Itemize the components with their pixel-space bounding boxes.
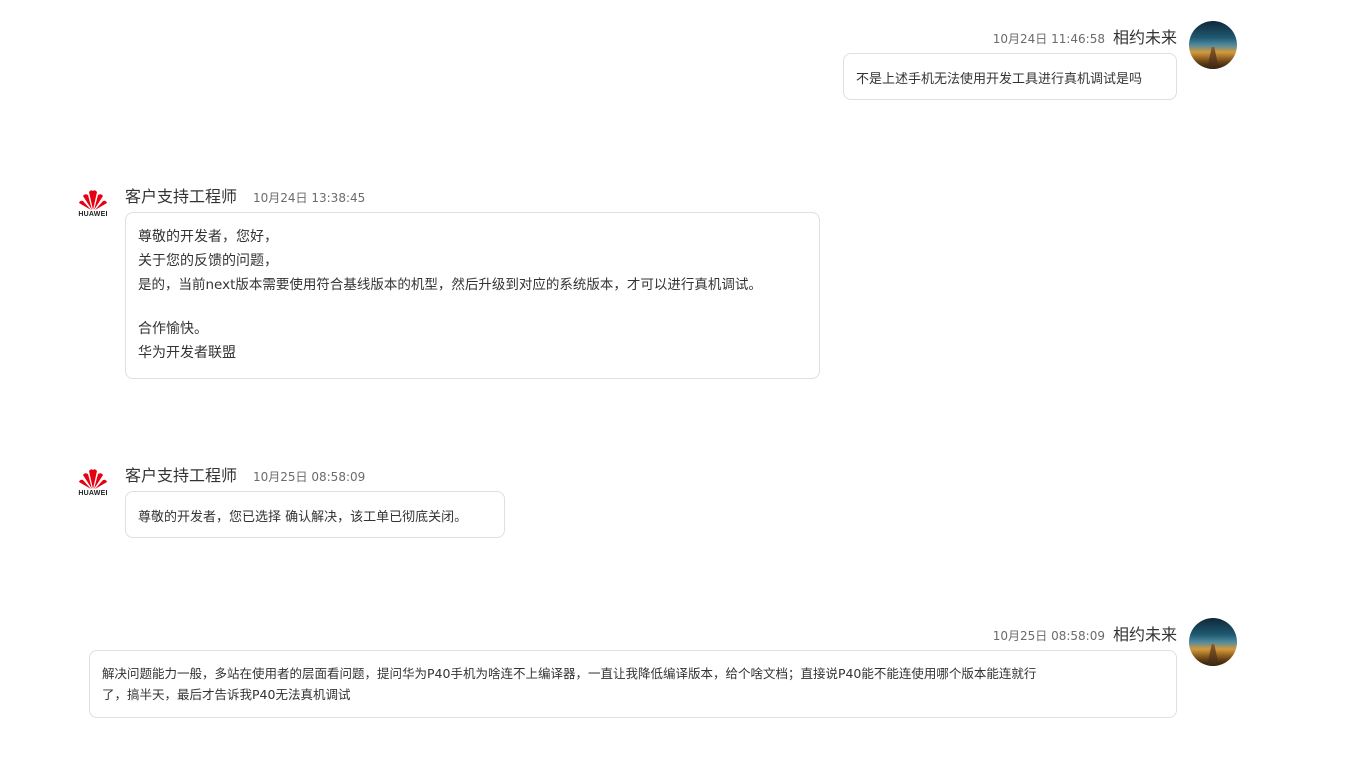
message-line: 合作愉快。 xyxy=(138,321,208,337)
huawei-logo-icon: HUAWEI xyxy=(77,467,109,501)
sender-name: 客户支持工程师 xyxy=(125,187,238,206)
sender-name: 相约未来 xyxy=(1112,625,1177,644)
message-bubble: 尊敬的开发者，您已选择 确认解决，该工单已彻底关闭。 xyxy=(125,491,505,538)
message-meta: 客户支持工程师 10月25日 08:58:09 xyxy=(125,462,365,486)
message-meta: 10月24日 11:46:58 相约未来 xyxy=(993,24,1177,48)
message-line xyxy=(138,297,807,317)
message-text: 尊敬的开发者，您已选择 确认解决，该工单已彻底关闭。 xyxy=(138,510,468,525)
message-line: 解决问题能力一般，多站在使用者的层面看问题，提问华为P40手机为啥连不上编译器，… xyxy=(102,666,1037,681)
message-time: 10月25日 08:58:09 xyxy=(992,629,1105,643)
message-meta: 10月25日 08:58:09 相约未来 xyxy=(993,621,1177,645)
sender-name: 客户支持工程师 xyxy=(125,466,238,485)
user-avatar[interactable] xyxy=(1189,618,1237,666)
message-time: 10月25日 08:58:09 xyxy=(253,470,366,484)
logo-wordmark: HUAWEI xyxy=(78,211,108,218)
message-meta: 客户支持工程师 10月24日 13:38:45 xyxy=(125,183,365,207)
logo-wordmark: HUAWEI xyxy=(78,490,108,497)
message-bubble: 不是上述手机无法使用开发工具进行真机调试是吗 xyxy=(843,53,1177,100)
huawei-logo-icon: HUAWEI xyxy=(77,188,109,222)
message-time: 10月24日 11:46:58 xyxy=(992,32,1105,46)
sender-name: 相约未来 xyxy=(1112,28,1177,47)
message-line: 是的，当前next版本需要使用符合基线版本的机型，然后升级到对应的系统版本，才可… xyxy=(138,277,762,293)
message-line: 了，搞半天，最后才告诉我P40无法真机调试 xyxy=(102,687,351,702)
message-bubble: 解决问题能力一般，多站在使用者的层面看问题，提问华为P40手机为啥连不上编译器，… xyxy=(89,650,1177,718)
message-line: 尊敬的开发者，您好， xyxy=(138,229,278,245)
message-time: 10月24日 13:38:45 xyxy=(253,191,366,205)
user-avatar[interactable] xyxy=(1189,21,1237,69)
message-bubble: 尊敬的开发者，您好， 关于您的反馈的问题， 是的，当前next版本需要使用符合基… xyxy=(125,212,820,379)
message-line: 华为开发者联盟 xyxy=(138,345,236,361)
message-line: 关于您的反馈的问题， xyxy=(138,253,278,269)
message-text: 不是上述手机无法使用开发工具进行真机调试是吗 xyxy=(856,72,1143,87)
